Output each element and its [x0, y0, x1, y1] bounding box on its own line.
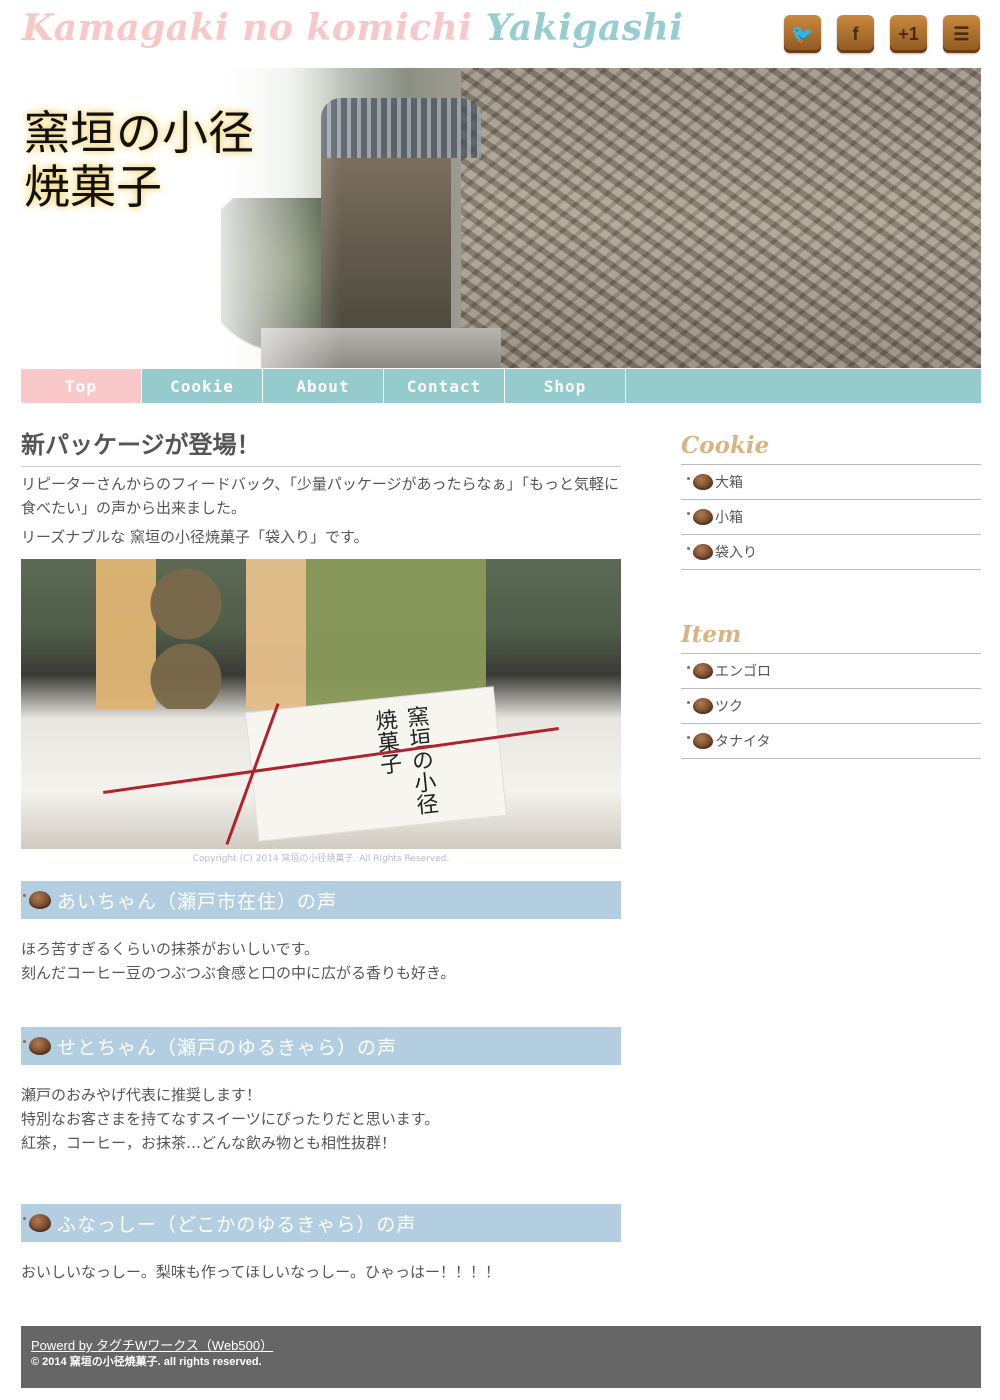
hero-title: 窯垣の小径 焼菓子: [24, 106, 254, 214]
sidebar-heading-cookie: Cookie: [681, 431, 981, 465]
hero-banner: 窯垣の小径 焼菓子: [21, 68, 981, 368]
sidebar-item-label: ツク: [715, 699, 743, 715]
social-links: 🐦 f +1 ☰: [784, 15, 980, 53]
cookie-icon: [687, 474, 713, 490]
sidebar-item-engoro[interactable]: エンゴロ: [681, 654, 981, 689]
cookie-icon: [23, 891, 51, 909]
sidebar-item-label: 小箱: [715, 510, 743, 526]
sidebar-item-bag[interactable]: 袋入り: [681, 535, 981, 570]
voice-section-2: せとちゃん（瀬戸のゆるきゃら）の声 瀬戸のおみやげ代表に推奨します！ 特別なお客…: [21, 1027, 621, 1155]
copyright-text: © 2014 窯垣の小径焼菓子. all rights reserved.: [31, 1356, 262, 1368]
package-label: 窯垣の小径焼菓子: [244, 686, 508, 842]
voice-body: おいしいなっしー。梨味も作ってほしいなっしー。ひゃっはー！！！！: [21, 1260, 621, 1284]
twitter-icon[interactable]: 🐦: [784, 15, 821, 53]
voice-line: 紅茶，コーヒー，お抹茶…どんな飲み物とも相性抜群！: [21, 1134, 397, 1152]
site-title-part1: Kamagaki no komichi: [22, 7, 473, 49]
voice-title: あいちゃん（瀬戸市在住）の声: [57, 890, 338, 913]
footer: Powerd by タグチWワークス（Web500） © 2014 窯垣の小径焼…: [21, 1326, 981, 1388]
voice-header: ふなっしー（どこかのゆるきゃら）の声: [21, 1204, 621, 1242]
powered-by-link[interactable]: Powerd by タグチWワークス（Web500）: [31, 1337, 971, 1355]
nav-item-shop[interactable]: Shop: [505, 369, 626, 403]
voice-section-3: ふなっしー（どこかのゆるきゃら）の声 おいしいなっしー。梨味も作ってほしいなっし…: [21, 1204, 621, 1284]
voice-body: 瀬戸のおみやげ代表に推奨します！ 特別なお客さまを持てなすスイーツにぴったりだと…: [21, 1083, 621, 1155]
site-title[interactable]: Kamagaki no komichi Yakigashi: [22, 4, 683, 52]
voice-title: せとちゃん（瀬戸のゆるきゃら）の声: [57, 1036, 398, 1059]
nav-item-contact[interactable]: Contact: [384, 369, 505, 403]
voice-line: 特別なお客さまを持てなすスイーツにぴったりだと思います。: [21, 1110, 440, 1128]
hero-title-line1: 窯垣の小径: [24, 106, 254, 160]
voice-line: 刻んだコーヒー豆のつぶつぶ食感と口の中に広がる香りも好き。: [21, 964, 456, 982]
site-title-part2: Yakigashi: [485, 7, 684, 49]
photo-caption: Copyright (C) 2014 窯垣の小径焼菓子. All Rights …: [192, 854, 450, 864]
voice-line: 瀬戸のおみやげ代表に推奨します！: [21, 1086, 262, 1104]
voice-section-1: あいちゃん（瀬戸市在住）の声 ほろ苦すぎるくらいの抹茶がおいしいです。 刻んだコ…: [21, 881, 621, 985]
sidebar-item-section: Item エンゴロ ツク タナイタ: [681, 620, 981, 759]
voice-header: あいちゃん（瀬戸市在住）の声: [21, 881, 621, 919]
stone-wall-image: [461, 68, 981, 368]
product-photo: 窯垣の小径焼菓子: [21, 559, 621, 849]
roof-image: [321, 98, 481, 158]
sidebar-item-tsuku[interactable]: ツク: [681, 689, 981, 724]
sidebar-item-large-box[interactable]: 大箱: [681, 465, 981, 500]
nav-item-cookie[interactable]: Cookie: [142, 369, 263, 403]
cookie-icon: [687, 509, 713, 525]
sidebar-item-label: エンゴロ: [715, 664, 771, 680]
rss-icon[interactable]: ☰: [943, 15, 980, 53]
google-plus-icon[interactable]: +1: [890, 15, 927, 53]
voice-header: せとちゃん（瀬戸のゆるきゃら）の声: [21, 1027, 621, 1065]
sidebar-item-label: タナイタ: [715, 734, 771, 750]
sidebar-item-tanaita[interactable]: タナイタ: [681, 724, 981, 759]
voice-title: ふなっしー（どこかのゆるきゃら）の声: [57, 1213, 417, 1236]
voice-body: ほろ苦すぎるくらいの抹茶がおいしいです。 刻んだコーヒー豆のつぶつぶ食感と口の中…: [21, 937, 621, 985]
cookie-icon: [23, 1037, 51, 1055]
page-title: 新パッケージが登場！: [21, 428, 621, 467]
sidebar-item-small-box[interactable]: 小箱: [681, 500, 981, 535]
sidebar-heading-item: Item: [681, 620, 981, 654]
sidebar-item-label: 大箱: [715, 475, 743, 491]
cookie-icon: [687, 698, 713, 714]
main-nav: Top Cookie About Contact Shop: [21, 369, 981, 403]
nav-item-top[interactable]: Top: [21, 369, 142, 403]
cookies-image: [96, 559, 486, 709]
lead-text-1: リピーターさんからのフィードバック、「少量パッケージがあったらなぁ」「もっと気軽…: [21, 475, 620, 517]
cookie-icon: [687, 663, 713, 679]
nav-item-about[interactable]: About: [263, 369, 384, 403]
package-label-text: 窯垣の小径焼菓子: [370, 704, 439, 817]
cookie-icon: [23, 1214, 51, 1232]
voice-line: ほろ苦すぎるくらいの抹茶がおいしいです。: [21, 940, 320, 958]
main-content: 新パッケージが登場！ リピーターさんからのフィードバック、「少量パッケージがあっ…: [21, 428, 621, 865]
hero-title-line2: 焼菓子: [24, 160, 162, 214]
voice-line: おいしいなっしー。梨味も作ってほしいなっしー。ひゃっはー！！！！: [21, 1263, 500, 1281]
cookie-icon: [687, 733, 713, 749]
lead-text-2: リーズナブルな 窯垣の小径焼菓子「袋入り」です。: [21, 528, 369, 546]
cookie-icon: [687, 544, 713, 560]
sidebar-item-label: 袋入り: [715, 545, 757, 561]
facebook-icon[interactable]: f: [837, 15, 874, 53]
sidebar-cookie: Cookie 大箱 小箱 袋入り: [681, 431, 981, 570]
sidebar-list-cookie: 大箱 小箱 袋入り: [681, 465, 981, 570]
sidebar-list-item: エンゴロ ツク タナイタ: [681, 654, 981, 759]
